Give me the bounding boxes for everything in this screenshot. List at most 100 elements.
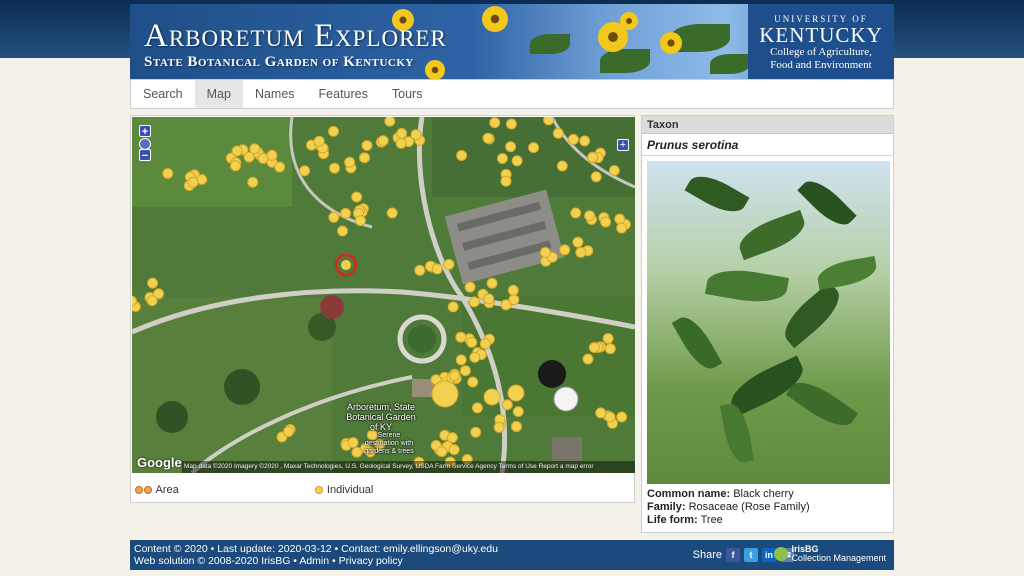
plant-marker[interactable]	[493, 421, 505, 433]
plant-marker[interactable]	[510, 420, 522, 432]
plant-marker[interactable]	[511, 155, 523, 167]
plant-marker[interactable]	[283, 426, 294, 437]
plant-marker[interactable]	[500, 299, 512, 311]
plant-marker[interactable]	[187, 176, 199, 188]
plant-marker[interactable]	[567, 133, 579, 145]
plant-marker[interactable]	[467, 376, 479, 388]
plant-marker[interactable]	[616, 222, 628, 234]
tab-map[interactable]: Map	[194, 80, 243, 108]
plant-marker[interactable]	[575, 246, 587, 258]
plant-marker[interactable]	[354, 215, 366, 227]
tab-features[interactable]: Features	[307, 80, 380, 108]
plant-marker[interactable]	[579, 135, 591, 147]
plant-marker[interactable]	[340, 207, 352, 219]
plant-marker[interactable]	[505, 141, 517, 153]
plant-marker[interactable]	[448, 444, 460, 456]
plant-marker[interactable]	[395, 137, 407, 149]
plant-marker[interactable]	[602, 333, 614, 344]
plant-marker[interactable]	[313, 135, 325, 147]
plant-marker[interactable]	[552, 127, 564, 139]
plant-marker[interactable]	[470, 426, 482, 438]
map-attribution[interactable]: Map data ©2020 Imagery ©2020 , Maxar Tec…	[182, 461, 635, 473]
plant-marker[interactable]	[344, 156, 356, 168]
tab-names[interactable]: Names	[243, 80, 307, 108]
plant-marker[interactable]	[507, 284, 519, 296]
plant-marker[interactable]	[604, 343, 616, 355]
twitter-icon[interactable]: t	[744, 548, 758, 562]
plant-marker[interactable]	[500, 175, 512, 187]
plant-marker[interactable]	[396, 127, 408, 139]
plant-marker[interactable]	[464, 281, 476, 293]
plant-marker[interactable]	[469, 351, 481, 363]
plant-marker[interactable]	[559, 244, 571, 256]
plant-marker[interactable]	[249, 143, 261, 155]
plant-marker[interactable]	[556, 160, 568, 172]
plant-marker[interactable]	[584, 210, 596, 222]
plant-marker[interactable]	[496, 153, 508, 164]
plant-marker[interactable]	[351, 191, 363, 203]
plant-marker[interactable]	[600, 216, 612, 228]
plant-marker[interactable]	[459, 365, 471, 377]
privacy-policy-link[interactable]: Privacy policy	[339, 555, 403, 567]
plant-marker[interactable]	[337, 225, 348, 237]
plant-marker[interactable]	[384, 117, 396, 127]
plant-marker[interactable]	[447, 301, 459, 313]
plant-marker[interactable]	[329, 162, 340, 174]
plant-marker[interactable]	[328, 211, 340, 223]
plant-marker[interactable]	[361, 140, 373, 151]
plant-marker[interactable]	[410, 129, 422, 141]
plant-marker[interactable]	[386, 207, 398, 219]
tab-search[interactable]: Search	[131, 80, 195, 108]
university-logo[interactable]: UNIVERSITY OF KENTUCKY College of Agricu…	[748, 4, 894, 79]
area-marker[interactable]	[483, 388, 501, 406]
plant-marker[interactable]	[539, 246, 551, 258]
plant-marker[interactable]	[299, 165, 311, 177]
plant-marker[interactable]	[587, 151, 599, 163]
plant-marker[interactable]	[147, 277, 159, 289]
plant-marker[interactable]	[443, 258, 455, 270]
taxon-photo[interactable]	[647, 161, 890, 484]
plant-marker[interactable]	[446, 432, 458, 444]
plant-marker[interactable]	[266, 149, 278, 161]
plant-marker[interactable]	[247, 176, 259, 188]
plant-marker[interactable]	[328, 125, 339, 137]
admin-link[interactable]: Admin	[299, 555, 329, 567]
plant-marker[interactable]	[274, 161, 286, 173]
satellite-map[interactable]: + − + Arboretum, State Botanical Garden …	[132, 117, 635, 473]
plant-marker[interactable]	[359, 152, 370, 164]
tab-tours[interactable]: Tours	[380, 80, 435, 108]
plant-marker[interactable]	[146, 295, 158, 307]
plant-marker[interactable]	[614, 213, 626, 225]
irisbg-logo[interactable]: IrisBG Collection Management	[774, 545, 886, 563]
plant-marker[interactable]	[501, 399, 513, 411]
plant-marker[interactable]	[466, 336, 478, 348]
plant-marker[interactable]	[341, 260, 351, 270]
plant-marker[interactable]	[616, 411, 628, 423]
google-logo[interactable]: Google	[137, 455, 182, 470]
plant-marker[interactable]	[449, 370, 460, 382]
plant-marker[interactable]	[431, 263, 443, 275]
site-title[interactable]: Arboretum Explorer	[144, 18, 447, 55]
plant-marker[interactable]	[486, 277, 498, 289]
plant-marker[interactable]	[471, 402, 483, 414]
plant-marker[interactable]	[468, 296, 480, 308]
plant-marker[interactable]	[528, 142, 540, 154]
plant-marker[interactable]	[455, 354, 467, 366]
plant-marker[interactable]	[512, 406, 524, 418]
plant-marker[interactable]	[230, 160, 241, 172]
plant-marker[interactable]	[595, 407, 607, 419]
plant-marker[interactable]	[455, 331, 467, 343]
taxon-scientific-name[interactable]: Prunus serotina	[642, 134, 893, 156]
plant-marker[interactable]	[482, 132, 494, 144]
plant-marker[interactable]	[377, 135, 389, 147]
zoom-in-button[interactable]: +	[139, 125, 151, 138]
plant-marker[interactable]	[570, 207, 582, 219]
area-marker[interactable]	[507, 384, 525, 402]
plant-marker[interactable]	[604, 411, 616, 423]
plant-marker[interactable]	[489, 117, 501, 129]
plant-marker[interactable]	[479, 338, 491, 350]
plant-marker[interactable]	[483, 293, 495, 305]
zoom-out-button[interactable]: −	[139, 149, 151, 162]
plant-marker[interactable]	[347, 437, 359, 449]
area-marker[interactable]	[431, 380, 459, 408]
